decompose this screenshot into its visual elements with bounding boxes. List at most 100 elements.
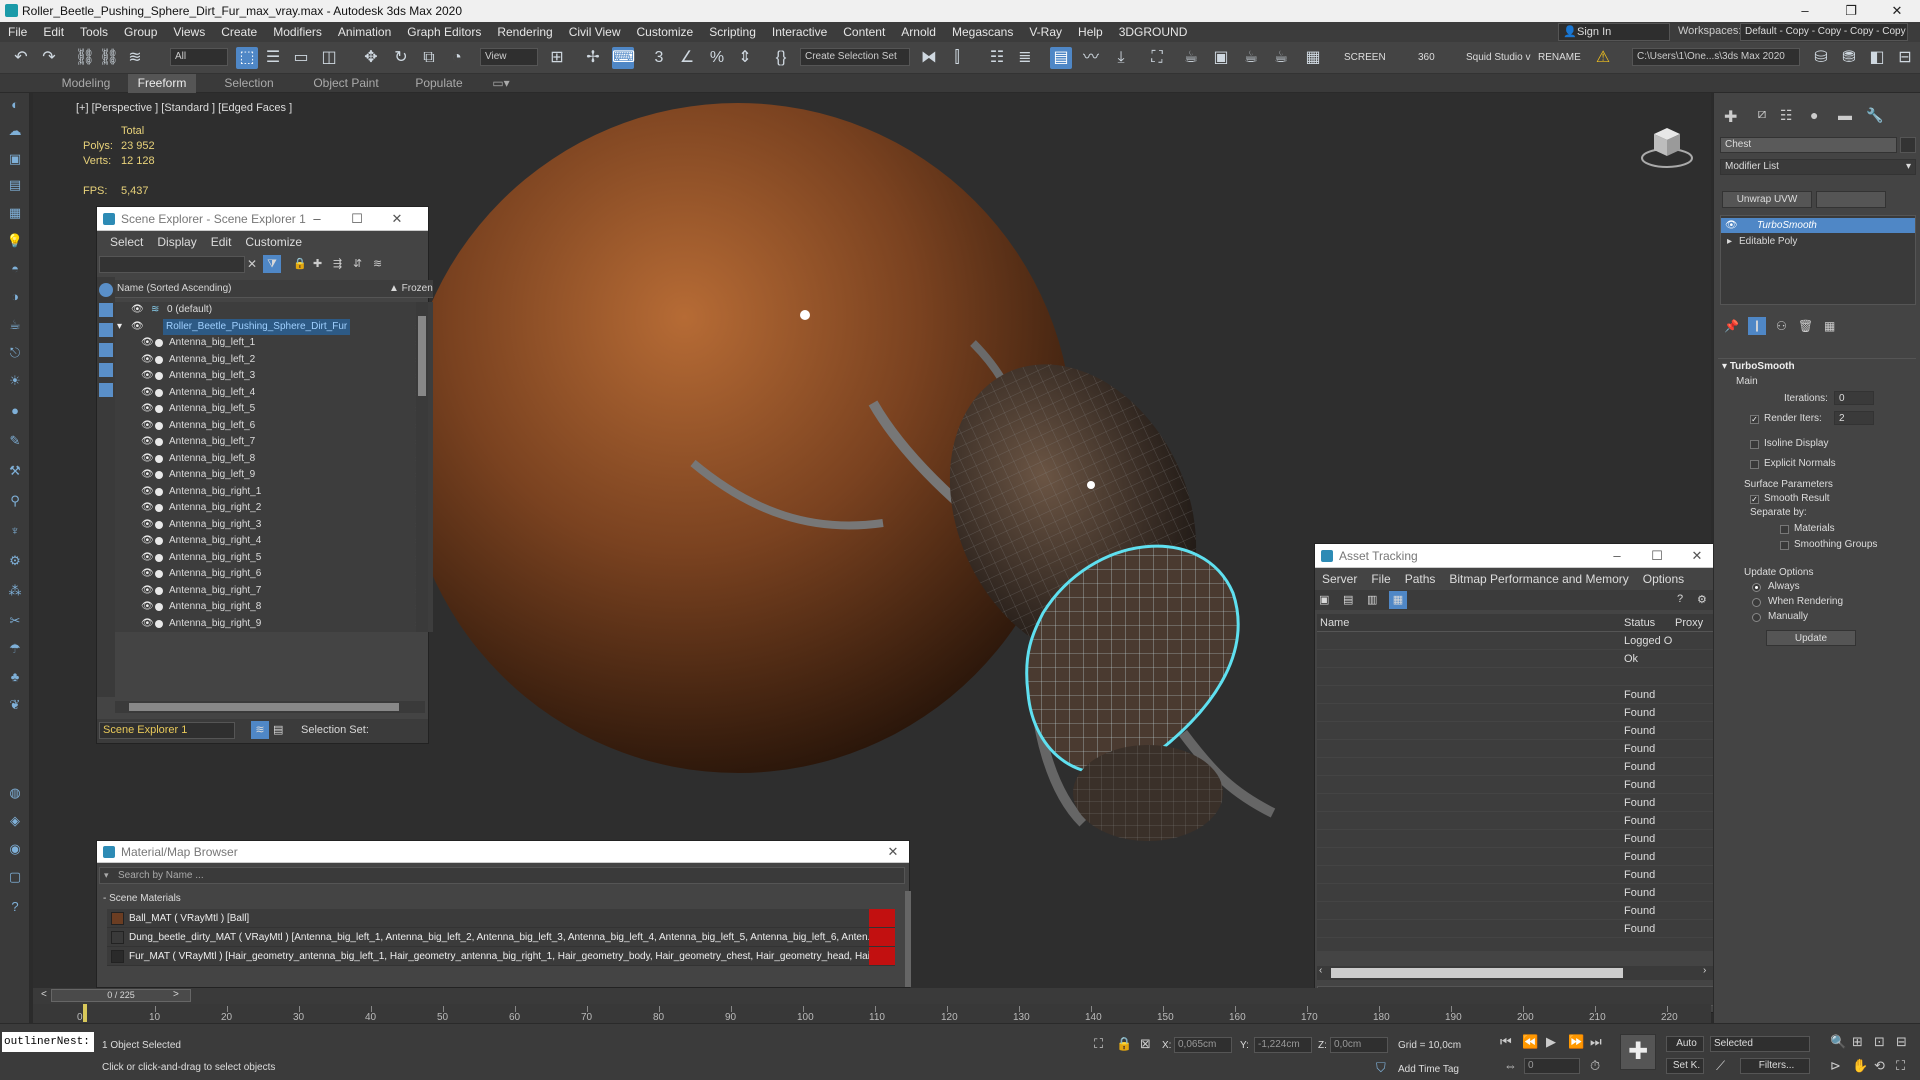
- select-manipulate-icon[interactable]: ✢: [582, 47, 604, 69]
- scene-object-row[interactable]: 👁Antenna_big_left_3❄: [115, 368, 433, 385]
- se-search-input[interactable]: [99, 256, 245, 273]
- visibility-eye-icon[interactable]: 👁: [141, 434, 154, 451]
- motion-tab-icon[interactable]: ●: [1810, 107, 1818, 123]
- next-frame-icon[interactable]: ⏩: [1568, 1034, 1584, 1050]
- asset-row[interactable]: Fur_Roughness.pngFound: [1317, 920, 1714, 938]
- keyboard-shortcut-override-icon[interactable]: ⌨: [612, 47, 635, 69]
- minimize-button[interactable]: –: [1782, 0, 1828, 22]
- create-tab-icon[interactable]: ✚: [1724, 107, 1737, 127]
- spinner-snap-icon[interactable]: ⇕: [734, 47, 756, 69]
- lightbulb-icon[interactable]: 💡: [5, 233, 25, 251]
- root-object-row[interactable]: ▾ 👁 Roller_Beetle_Pushing_Sphere_Dirt_Fu…: [115, 318, 433, 335]
- menu-interactive[interactable]: Interactive: [764, 25, 835, 39]
- zoom-all-icon[interactable]: ⊞: [1852, 1034, 1863, 1050]
- toggle-ribbon-icon[interactable]: ▤: [1050, 47, 1072, 69]
- visibility-eye-icon[interactable]: 👁: [141, 401, 154, 418]
- se-filter-spacewarps-icon[interactable]: [99, 383, 113, 397]
- asset-row[interactable]: Dung_beetle_dirty_Displacement.pngFound: [1317, 794, 1714, 812]
- se-clear-icon[interactable]: ✕: [247, 257, 257, 271]
- time-prev-icon[interactable]: <: [41, 989, 47, 1000]
- tab-object-paint[interactable]: Object Paint: [304, 74, 388, 93]
- visibility-eye-icon[interactable]: 👁: [141, 517, 154, 534]
- se-filter-geometry-icon[interactable]: [99, 283, 113, 297]
- at-close-button[interactable]: ✕: [1681, 544, 1713, 568]
- scene-object-row[interactable]: 👁Antenna_big_left_9❄: [115, 467, 433, 484]
- visibility-eye-icon[interactable]: 👁: [141, 599, 154, 616]
- stack-item-turbosmooth[interactable]: 👁 TurboSmooth: [1721, 218, 1915, 233]
- move-icon[interactable]: ✥: [360, 47, 382, 69]
- material-browser-titlebar[interactable]: Material/Map Browser ✕: [97, 841, 909, 863]
- show-end-result-icon[interactable]: ❙: [1748, 317, 1766, 335]
- zoom-icon[interactable]: 🔍: [1830, 1034, 1846, 1050]
- at-menu-file[interactable]: File: [1364, 572, 1397, 586]
- asset-row[interactable]: Ball_Roughness.pngFound: [1317, 758, 1714, 776]
- time-cursor[interactable]: [83, 1004, 87, 1022]
- scene-explorer-titlebar[interactable]: Scene Explorer - Scene Explorer 1 – ☐ ✕: [97, 207, 428, 231]
- y-coordinate-field[interactable]: -1,224cm: [1254, 1037, 1312, 1053]
- asset-row[interactable]: Ball_Displacement.pngFound: [1317, 704, 1714, 722]
- always-radio[interactable]: [1752, 583, 1761, 592]
- render-iters-checkbox[interactable]: ✓: [1750, 415, 1759, 424]
- undo-icon[interactable]: ↶: [10, 47, 32, 69]
- layer-row[interactable]: 👁 ≋ 0 (default): [115, 302, 433, 319]
- set-key-button[interactable]: Set K.: [1666, 1058, 1704, 1074]
- vray-icon[interactable]: ◉: [5, 841, 25, 859]
- scene-object-row[interactable]: 👁Antenna_big_left_7❄: [115, 434, 433, 451]
- zoom-extents-icon[interactable]: ⊡: [1874, 1034, 1885, 1050]
- time-slider-thumb[interactable]: 0 / 225: [51, 989, 191, 1002]
- asset-row[interactable]: Roller_Beetle_Pushing_Sphere_Dirt_Fur_ma…: [1317, 650, 1714, 668]
- maximize-button[interactable]: ❐: [1828, 0, 1874, 22]
- zoom-extents-all-icon[interactable]: ⊟: [1896, 1034, 1907, 1050]
- at-hscroll-thumb[interactable]: [1331, 968, 1623, 978]
- scene-object-row[interactable]: 👁Antenna_big_left_8❄: [115, 451, 433, 468]
- close-button[interactable]: ✕: [1874, 0, 1920, 22]
- se-filter-lights-icon[interactable]: [99, 323, 113, 337]
- project-folder-icon[interactable]: ⛁: [1810, 47, 1832, 69]
- rendered-frame-window-icon[interactable]: ▣: [1210, 47, 1232, 69]
- asset-row[interactable]: Fur_Metallic.pngFound: [1317, 884, 1714, 902]
- se-menu-display[interactable]: Display: [150, 235, 203, 249]
- field-of-view-icon[interactable]: ⊳: [1830, 1058, 1841, 1074]
- asset-row[interactable]: Dung_beetle_dirty_Roughness.pngFound: [1317, 848, 1714, 866]
- leaf-icon[interactable]: ❦: [5, 697, 25, 715]
- scene-object-row[interactable]: 👁Antenna_big_left_1❄: [115, 335, 433, 352]
- hierarchy-tab-icon[interactable]: ☷: [1780, 107, 1793, 124]
- systems-icon[interactable]: ◓: [5, 261, 25, 279]
- asset-row[interactable]: Fur_BaseColor.pngFound: [1317, 866, 1714, 884]
- at-col-status[interactable]: Status: [1621, 614, 1673, 632]
- teapot-icon[interactable]: ☕: [5, 317, 25, 335]
- menu-arnold[interactable]: Arnold: [893, 25, 944, 39]
- percent-snap-icon[interactable]: %: [706, 47, 728, 69]
- schematic-view-icon[interactable]: ⤓: [1110, 47, 1132, 69]
- mb-search-input[interactable]: ▾ Search by Name ...: [99, 867, 905, 884]
- helpers-icon[interactable]: ▦: [5, 205, 25, 223]
- globe-icon[interactable]: ◍: [5, 785, 25, 803]
- scene-object-row[interactable]: 👁Antenna_big_right_2❄: [115, 500, 433, 517]
- visibility-eye-icon[interactable]: 👁: [141, 335, 154, 352]
- bones-icon[interactable]: ⚙: [5, 553, 25, 571]
- at-menu-paths[interactable]: Paths: [1398, 572, 1443, 586]
- menu-file[interactable]: File: [0, 25, 35, 39]
- display-tab-icon[interactable]: ▬: [1838, 107, 1852, 123]
- current-frame-field[interactable]: 0: [1524, 1058, 1580, 1074]
- visibility-eye-icon[interactable]: 👁: [141, 467, 154, 484]
- explicit-normals-checkbox[interactable]: [1750, 460, 1759, 469]
- toggle-icon[interactable]: ⎋: [5, 345, 25, 363]
- scene-object-row[interactable]: 👁Antenna_big_left_4❄: [115, 385, 433, 402]
- menu-edit[interactable]: Edit: [35, 25, 72, 39]
- se-column-header[interactable]: Name (Sorted Ascending) ▲ Frozen: [115, 280, 433, 298]
- asset-row[interactable]: Ball_Normal.pngFound: [1317, 740, 1714, 758]
- mb-scrollbar[interactable]: [905, 891, 911, 987]
- asset-row[interactable]: Dung_beetle_dirty_Metallic.pngFound: [1317, 812, 1714, 830]
- mb-close-button[interactable]: ✕: [877, 841, 909, 863]
- time-next-icon[interactable]: >: [173, 989, 179, 1000]
- x-coordinate-field[interactable]: 0,065cm: [1174, 1037, 1232, 1053]
- hair-icon[interactable]: ♆: [5, 523, 25, 541]
- se-name-dropdown[interactable]: Scene Explorer 1: [99, 722, 235, 739]
- cloth-icon[interactable]: ✂: [5, 613, 25, 631]
- menu-rendering[interactable]: Rendering: [489, 25, 560, 39]
- render-icon[interactable]: ◈: [5, 813, 25, 831]
- redo-icon[interactable]: ↷: [38, 47, 60, 69]
- scale-icon[interactable]: ⧉: [418, 47, 440, 69]
- bulb-icon[interactable]: ☀: [5, 373, 25, 391]
